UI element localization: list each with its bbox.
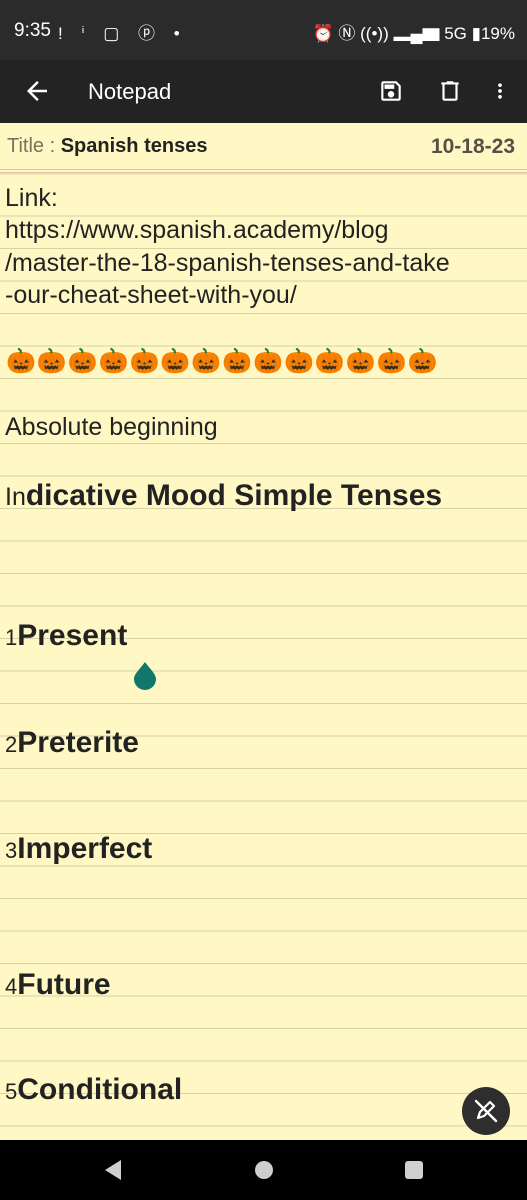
system-status-icons: ⏰ Ⓝ ((•)) ▂▄▆ 5G ▮19% [312,24,515,43]
delete-icon[interactable] [437,77,463,105]
app-bar: Notepad [0,60,527,123]
save-icon[interactable] [378,77,404,105]
tense-item-3: 3Imperfect [5,832,152,866]
title-label: Title : [7,135,61,157]
app-title: Notepad [88,79,172,104]
tense-name: Present [17,619,128,652]
tense-name: Future [17,968,111,1001]
tense-item-2: 2Preterite [5,726,139,760]
note-editor[interactable]: Title : Spanish tenses 10-18-23 Link: ht… [0,123,527,1140]
notification-icons: ! ⁱ ▢ ⓟ • [58,24,187,43]
tense-name: Preterite [17,726,139,759]
title-value: Spanish tenses [60,135,208,157]
note-date: 10-18-23 [430,135,515,158]
nav-home-icon[interactable] [249,1156,279,1184]
nav-recents-icon[interactable] [399,1156,429,1184]
link-label: Link: [5,184,58,212]
subtitle-text: Absolute beginning [5,413,218,441]
link-line-2[interactable]: /master-the-18-spanish-tenses-and-take [5,249,450,278]
tense-number: 2 [5,732,18,757]
link-line-1[interactable]: https://www.spanish.academy/blog [5,216,389,245]
note-title-field[interactable]: Title : Spanish tenses [7,135,207,158]
link-line-3[interactable]: -our-cheat-sheet-with-you/ [5,281,297,310]
section-heading-text: dicative Mood Simple Tenses [25,479,443,512]
back-arrow-icon[interactable] [22,76,52,106]
text-cursor-handle-icon[interactable] [132,660,158,690]
tense-number: 5 [5,1079,18,1104]
tense-number: 4 [5,974,18,999]
tense-item-1: 1Present [5,619,127,653]
tense-name: Conditional [17,1073,183,1106]
tense-item-4: 4Future [5,968,111,1002]
read-mode-toggle-button[interactable] [462,1087,510,1135]
note-title-row: Title : Spanish tenses 10-18-23 [0,123,527,173]
section-heading: Indicative Mood Simple Tenses [5,479,442,513]
status-time: 9:35 [14,20,51,41]
tense-number: 1 [5,625,18,650]
status-bar: 9:35 ! ⁱ ▢ ⓟ • ⏰ Ⓝ ((•)) ▂▄▆ 5G ▮19% [0,0,527,60]
navigation-bar [0,1140,527,1200]
more-vert-icon[interactable] [490,76,510,106]
edit-off-icon [474,1099,498,1123]
tense-name: Imperfect [17,832,153,865]
pumpkin-emoji-row: 🎃🎃🎃🎃🎃🎃🎃🎃🎃🎃🎃🎃🎃🎃 [6,348,439,375]
nav-back-icon[interactable] [99,1156,129,1184]
tense-item-5: 5Conditional [5,1073,182,1107]
section-prefix: In [5,483,26,511]
tense-number: 3 [5,838,18,863]
